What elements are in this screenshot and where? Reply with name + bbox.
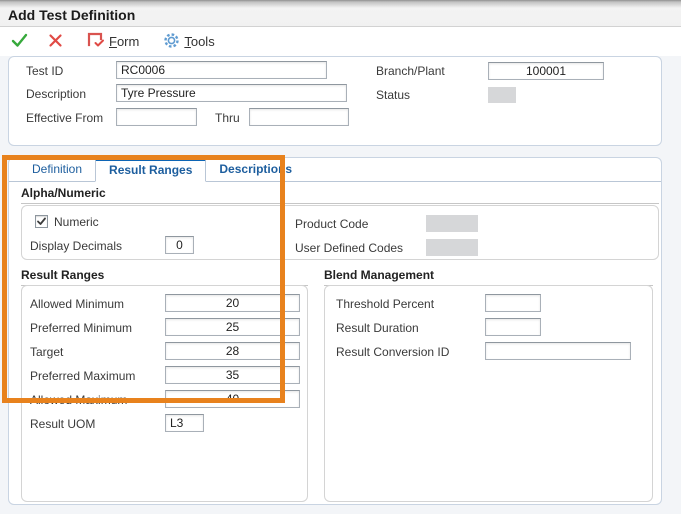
result-conversion-id-input[interactable] bbox=[485, 342, 631, 360]
header-fields-panel: Test ID Description Effective From Thru … bbox=[8, 56, 662, 146]
description-label: Description bbox=[26, 87, 86, 101]
branch-plant-input[interactable] bbox=[488, 62, 604, 80]
tab-bar: Definition Result Ranges Descriptions bbox=[9, 158, 661, 182]
form-icon bbox=[87, 32, 105, 51]
cancel-button[interactable] bbox=[43, 30, 68, 54]
preferred-maximum-input[interactable] bbox=[165, 366, 300, 384]
tab-content-panel: Definition Result Ranges Descriptions Al… bbox=[8, 157, 662, 505]
page-title: Add Test Definition bbox=[8, 7, 135, 23]
result-uom-label: Result UOM bbox=[30, 417, 95, 431]
effective-from-input[interactable] bbox=[116, 108, 197, 126]
result-ranges-groupbox: Allowed Minimum Preferred Minimum Target… bbox=[21, 285, 308, 502]
x-icon bbox=[48, 33, 63, 51]
window-titlebar: Add Test Definition bbox=[0, 0, 681, 27]
status-label: Status bbox=[376, 88, 410, 102]
allowed-maximum-label: Allowed Maximum bbox=[30, 393, 127, 407]
target-input[interactable] bbox=[165, 342, 300, 360]
display-decimals-input[interactable] bbox=[165, 236, 194, 254]
display-decimals-label: Display Decimals bbox=[30, 239, 122, 253]
thru-label: Thru bbox=[215, 111, 240, 125]
description-input[interactable] bbox=[116, 84, 347, 102]
numeric-checkbox[interactable] bbox=[35, 215, 48, 228]
tools-menu-button[interactable]: Tools bbox=[158, 29, 219, 55]
checkmark-icon bbox=[36, 216, 47, 227]
blend-management-group-title: Blend Management bbox=[324, 268, 653, 286]
preferred-minimum-label: Preferred Minimum bbox=[30, 321, 132, 335]
preferred-minimum-input[interactable] bbox=[165, 318, 300, 336]
test-id-label: Test ID bbox=[26, 64, 63, 78]
thru-input[interactable] bbox=[249, 108, 349, 126]
gear-icon bbox=[163, 32, 180, 52]
blend-management-groupbox: Threshold Percent Result Duration Result… bbox=[324, 285, 653, 502]
ok-button[interactable] bbox=[6, 30, 33, 54]
effective-from-label: Effective From bbox=[26, 111, 103, 125]
result-ranges-group-title: Result Ranges bbox=[21, 268, 308, 286]
tab-definition[interactable]: Definition bbox=[19, 158, 95, 182]
user-defined-codes-label: User Defined Codes bbox=[295, 241, 403, 255]
alpha-numeric-groupbox: Numeric Display Decimals Product Code Us… bbox=[21, 205, 659, 260]
result-uom-input[interactable] bbox=[165, 414, 204, 432]
threshold-percent-input[interactable] bbox=[485, 294, 541, 312]
alpha-numeric-group-title: Alpha/Numeric bbox=[21, 186, 659, 204]
tools-menu-label: Tools bbox=[184, 34, 214, 49]
allowed-minimum-label: Allowed Minimum bbox=[30, 297, 124, 311]
product-code-label: Product Code bbox=[295, 217, 368, 231]
result-duration-label: Result Duration bbox=[336, 321, 419, 335]
allowed-minimum-input[interactable] bbox=[165, 294, 300, 312]
threshold-percent-label: Threshold Percent bbox=[336, 297, 434, 311]
status-value-box bbox=[488, 87, 516, 103]
numeric-checkbox-label: Numeric bbox=[54, 215, 99, 229]
form-menu-button[interactable]: Form bbox=[82, 29, 144, 54]
branch-plant-label: Branch/Plant bbox=[376, 64, 445, 78]
allowed-maximum-input[interactable] bbox=[165, 390, 300, 408]
tab-descriptions[interactable]: Descriptions bbox=[206, 158, 305, 182]
form-menu-label: Form bbox=[109, 34, 139, 49]
tab-result-ranges[interactable]: Result Ranges bbox=[95, 158, 206, 182]
check-icon bbox=[11, 33, 28, 51]
toolbar: Form Tools bbox=[0, 27, 681, 56]
result-conversion-id-label: Result Conversion ID bbox=[336, 345, 449, 359]
result-duration-input[interactable] bbox=[485, 318, 541, 336]
target-label: Target bbox=[30, 345, 63, 359]
preferred-maximum-label: Preferred Maximum bbox=[30, 369, 135, 383]
user-defined-codes-value-box bbox=[426, 239, 478, 256]
test-id-input[interactable] bbox=[116, 61, 327, 79]
product-code-value-box bbox=[426, 215, 478, 232]
